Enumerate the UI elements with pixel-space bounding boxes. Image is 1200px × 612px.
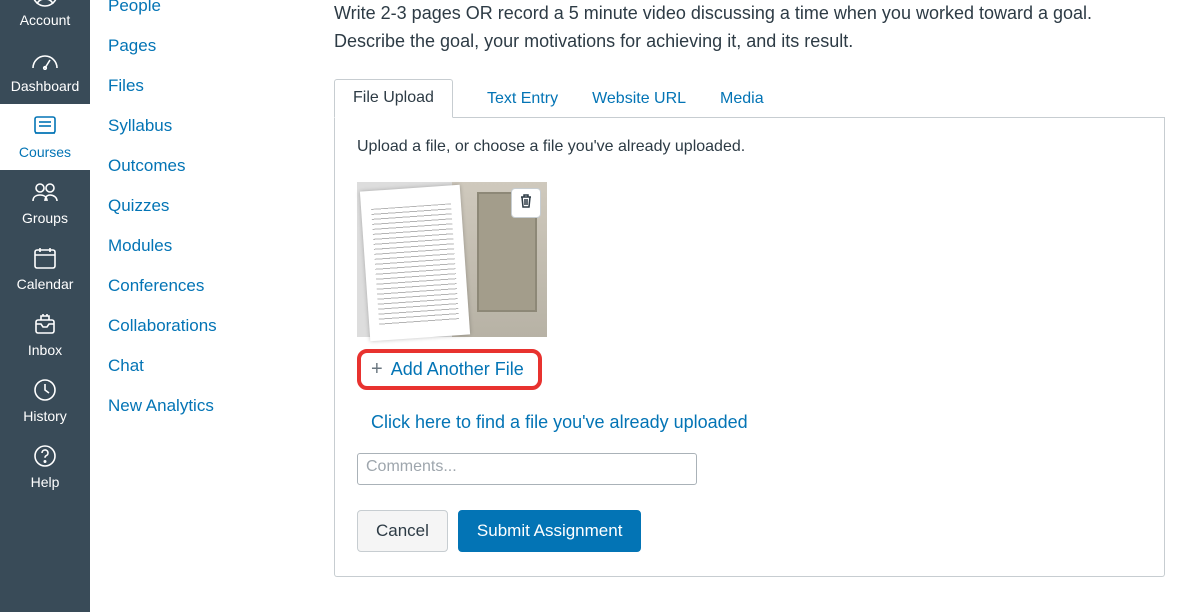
nav-history[interactable]: History [0,368,90,434]
coursenav-syllabus[interactable]: Syllabus [108,106,302,146]
course-nav: People Pages Files Syllabus Outcomes Qui… [90,0,320,612]
help-icon [31,442,59,470]
coursenav-conferences[interactable]: Conferences [108,266,302,306]
nav-dashboard-label: Dashboard [11,78,80,94]
coursenav-new-analytics[interactable]: New Analytics [108,386,302,426]
nav-history-label: History [23,408,67,424]
nav-account-label: Account [20,12,71,28]
submission-tabs: File Upload Text Entry Website URL Media [334,78,1165,118]
nav-courses-label: Courses [19,144,71,160]
thumb-paper [360,184,470,341]
tab-website-url[interactable]: Website URL [592,80,686,118]
nav-account[interactable]: Account [0,0,90,38]
assignment-instructions: Write 2-3 pages OR record a 5 minute vid… [334,0,1165,56]
nav-groups[interactable]: Groups [0,170,90,236]
tab-file-upload[interactable]: File Upload [334,79,453,118]
uploaded-file-thumbnail[interactable] [357,182,547,337]
remove-file-button[interactable] [511,188,541,218]
nav-inbox-label: Inbox [28,342,62,358]
submit-assignment-button[interactable]: Submit Assignment [458,510,642,552]
coursenav-outcomes[interactable]: Outcomes [108,146,302,186]
nav-dashboard[interactable]: Dashboard [0,38,90,104]
global-nav: Account Dashboard Courses Groups Calenda… [0,0,90,612]
coursenav-collaborations[interactable]: Collaborations [108,306,302,346]
trash-icon [518,193,534,212]
coursenav-chat[interactable]: Chat [108,346,302,386]
courses-icon [31,112,59,140]
file-upload-panel: Upload a file, or choose a file you've a… [334,118,1165,577]
coursenav-modules[interactable]: Modules [108,226,302,266]
nav-calendar[interactable]: Calendar [0,236,90,302]
inbox-icon [31,310,59,338]
nav-groups-label: Groups [22,210,68,226]
history-icon [31,376,59,404]
coursenav-pages[interactable]: Pages [108,26,302,66]
account-icon [31,0,59,8]
coursenav-files[interactable]: Files [108,66,302,106]
add-another-file-button[interactable]: + Add Another File [357,349,542,390]
tab-text-entry[interactable]: Text Entry [487,80,558,118]
coursenav-people[interactable]: People [108,0,302,26]
nav-help[interactable]: Help [0,434,90,500]
comments-input[interactable] [357,453,697,485]
plus-icon: + [371,359,383,379]
cancel-button[interactable]: Cancel [357,510,448,552]
groups-icon [31,178,59,206]
nav-calendar-label: Calendar [17,276,74,292]
nav-inbox[interactable]: Inbox [0,302,90,368]
coursenav-quizzes[interactable]: Quizzes [108,186,302,226]
add-another-file-label: Add Another File [391,359,524,380]
nav-help-label: Help [31,474,60,490]
dashboard-icon [31,46,59,74]
submit-button-row: Cancel Submit Assignment [357,510,1142,552]
main-content: Write 2-3 pages OR record a 5 minute vid… [334,0,1180,577]
upload-hint: Upload a file, or choose a file you've a… [357,138,1142,156]
calendar-icon [31,244,59,272]
find-existing-file-link[interactable]: Click here to find a file you've already… [371,412,1142,433]
nav-courses[interactable]: Courses [0,104,90,170]
tab-media[interactable]: Media [720,80,764,118]
